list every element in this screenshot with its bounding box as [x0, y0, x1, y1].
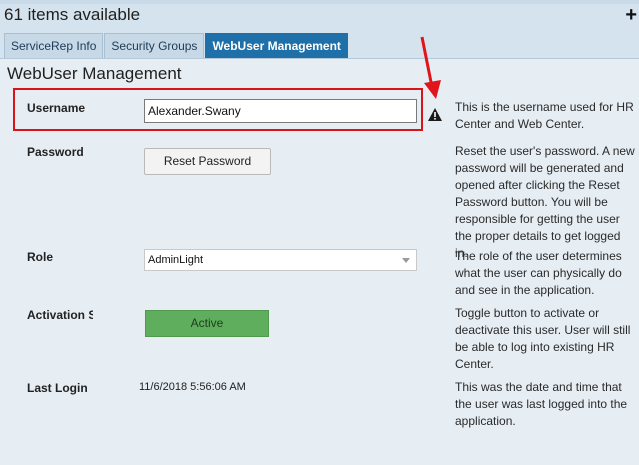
username-label: Username: [27, 101, 86, 115]
webuser-panel: WebUser Management Username This is the …: [0, 36, 639, 465]
tab-servicerep-info[interactable]: ServiceRep Info: [4, 33, 104, 58]
chevron-down-icon: [402, 258, 410, 263]
last-login-value: 11/6/2018 5:56:06 AM: [139, 381, 246, 393]
top-strip: [0, 0, 639, 4]
password-help-text: Reset the user's password. A new passwor…: [455, 144, 635, 260]
activation-status-label: Activation Status: [27, 308, 93, 322]
activation-toggle-button[interactable]: Active: [145, 310, 269, 337]
username-help-text: This is the username used for HR Center …: [455, 100, 634, 131]
plus-icon[interactable]: +: [625, 5, 637, 25]
last-login-label: Last Login: [27, 381, 88, 395]
warning-icon: [428, 108, 442, 121]
username-input[interactable]: [144, 99, 417, 123]
role-help-text: The role of the user determines what the…: [455, 249, 622, 297]
role-selected-value: AdminLight: [148, 254, 204, 266]
last-login-help-text: This was the date and time that the user…: [455, 380, 628, 428]
role-label: Role: [27, 250, 54, 264]
red-arrow-annotation: [420, 36, 441, 99]
items-count-title: 61 items available: [4, 5, 141, 24]
tab-webuser-management[interactable]: WebUser Management: [205, 33, 348, 64]
tab-bar: ServiceRep Info Security Groups WebUser …: [4, 33, 349, 64]
role-select[interactable]: AdminLight: [144, 249, 417, 271]
reset-password-button[interactable]: Reset Password: [144, 148, 271, 175]
activation-help-text: Toggle button to activate or deactivate …: [455, 306, 631, 371]
section-title: WebUser Management: [7, 64, 182, 83]
tab-security-groups[interactable]: Security Groups: [104, 33, 205, 58]
password-label: Password: [27, 145, 84, 159]
